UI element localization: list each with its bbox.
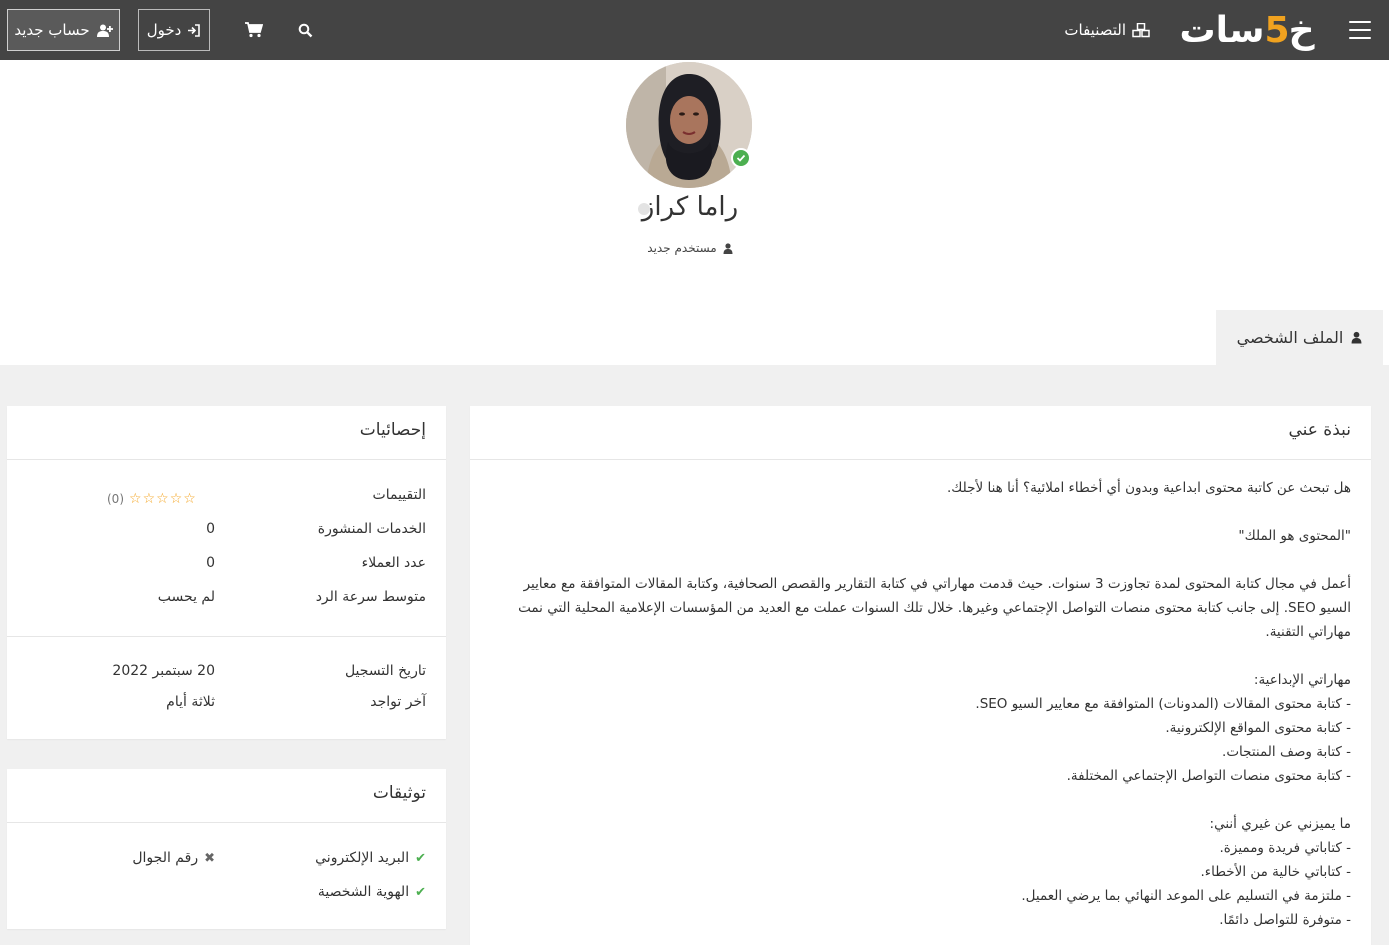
- login-button[interactable]: دخول: [138, 9, 210, 51]
- logo-number: 5: [1264, 9, 1290, 51]
- about-spacer: [501, 548, 1351, 572]
- hamburger-icon[interactable]: [1349, 21, 1371, 39]
- response-value: لم يحسب: [157, 589, 215, 605]
- stats-card: إحصائيات التقييمات (0) ☆ ☆ ☆ ☆ ☆ الخدمات…: [7, 406, 446, 739]
- about-text: هل تبحث عن كاتبة محتوى ابداعية وبدون أي …: [501, 476, 1351, 932]
- star-empty-icon: ☆: [183, 491, 196, 507]
- star-empty-icon: ☆: [169, 491, 183, 507]
- last-seen-label: آخر تواجد: [370, 694, 426, 710]
- stat-row-response: متوسط سرعة الرد لم يحسب: [7, 589, 446, 615]
- avatar: [626, 62, 752, 188]
- divider: [7, 636, 446, 637]
- stat-row-ratings: التقييمات (0) ☆ ☆ ☆ ☆ ☆: [7, 487, 446, 513]
- star-empty-icon: ☆: [142, 491, 156, 507]
- about-line: مهاراتي الإبداعية:: [1253, 672, 1351, 688]
- verif-email: ✔ البريد الإلكتروني: [315, 847, 426, 869]
- about-title: نبذة عني: [1288, 420, 1351, 440]
- user-name: راما كراز: [641, 192, 739, 222]
- response-label: متوسط سرعة الرد: [315, 589, 426, 605]
- logo-part: سات: [1179, 9, 1265, 51]
- close-icon: ✖: [204, 850, 215, 866]
- about-line: - كتاباتي خالية من الأخطاء.: [1200, 864, 1351, 880]
- about-line: هل تبحث عن كاتبة محتوى ابداعية وبدون أي …: [947, 480, 1351, 496]
- about-line: - كتابة محتوى المقالات (المدونات) المتوا…: [975, 696, 1351, 712]
- about-spacer: [501, 788, 1351, 812]
- register-label: حساب جديد: [14, 21, 90, 39]
- profile-header: راما كراز مستخدم جديد الملف الشخصي: [0, 60, 1389, 365]
- clients-value: 0: [206, 555, 215, 571]
- search-icon: [298, 23, 312, 37]
- stats-title: إحصائيات: [359, 420, 426, 440]
- about-line: "المحتوى هو الملك": [1238, 528, 1351, 544]
- stat-row-last-seen: آخر تواجد ثلاثة أيام: [7, 694, 446, 720]
- logo-part: خ: [1288, 9, 1316, 51]
- categories-link[interactable]: التصنيفات: [1050, 18, 1150, 42]
- login-label: دخول: [146, 21, 182, 39]
- tab-profile[interactable]: الملف الشخصي: [1216, 310, 1383, 365]
- search-button[interactable]: [293, 18, 317, 42]
- tab-profile-label: الملف الشخصي: [1236, 328, 1344, 347]
- about-card: نبذة عني هل تبحث عن كاتبة محتوى ابداعية …: [470, 406, 1371, 945]
- verified-badge-icon: [731, 148, 751, 168]
- divider: [470, 459, 1371, 460]
- registered-value: 20 سبتمبر 2022: [112, 663, 215, 679]
- rating-stars: (0) ☆ ☆ ☆ ☆ ☆: [107, 491, 196, 507]
- about-line: - كتابة وصف المنتجات.: [1222, 744, 1351, 760]
- verifications-title: توثيقات: [372, 783, 426, 803]
- divider: [7, 459, 446, 460]
- about-line: - ملتزمة في التسليم على الموعد النهائي ب…: [1021, 888, 1351, 904]
- sign-in-icon: [188, 23, 201, 37]
- user-level-label: مستخدم جديد: [647, 241, 717, 255]
- email-label: البريد الإلكتروني: [315, 850, 410, 866]
- about-line: - متوفرة للتواصل دائمًا.: [1219, 912, 1351, 928]
- about-line: - كتابة محتوى المواقع الإلكترونية.: [1165, 720, 1351, 736]
- ratings-label: التقييمات: [372, 487, 426, 503]
- published-services-label: الخدمات المنشورة: [317, 521, 426, 537]
- cart-button[interactable]: [242, 18, 266, 42]
- about-spacer: [501, 644, 1351, 668]
- user-level: مستخدم جديد: [590, 238, 790, 258]
- cart-icon: [245, 22, 263, 38]
- about-line: أعمل في مجال كتابة المحتوى لمدة تجاوزت 3…: [518, 576, 1351, 640]
- phone-label: رقم الجوال: [132, 850, 199, 866]
- verif-id: ✔ الهوية الشخصية: [318, 881, 426, 903]
- online-status-icon: [638, 203, 650, 215]
- verif-phone: ✖ رقم الجوال: [132, 847, 215, 869]
- register-button[interactable]: حساب جديد: [7, 9, 120, 51]
- star-empty-icon: ☆: [129, 491, 142, 507]
- categories-label: التصنيفات: [1064, 21, 1126, 39]
- star-empty-icon: ☆: [156, 491, 169, 507]
- user-icon: [1351, 331, 1362, 344]
- published-services-value: 0: [206, 521, 215, 537]
- check-icon: ✔: [415, 850, 426, 866]
- ratings-count: (0): [107, 492, 124, 506]
- clients-label: عدد العملاء: [361, 555, 426, 571]
- id-label: الهوية الشخصية: [317, 884, 410, 900]
- stat-row-registered: تاريخ التسجيل 20 سبتمبر 2022: [7, 663, 446, 689]
- cubes-icon: [1132, 22, 1150, 37]
- about-spacer: [501, 500, 1351, 524]
- check-icon: ✔: [415, 884, 426, 900]
- user-icon: [723, 242, 733, 254]
- stat-row-clients: عدد العملاء 0: [7, 555, 446, 581]
- top-navbar: حساب جديد دخول التصنيفات خ 5 سات: [0, 0, 1389, 60]
- stat-row-services: الخدمات المنشورة 0: [7, 521, 446, 547]
- last-seen-value: ثلاثة أيام: [166, 694, 215, 710]
- about-line: - كتاباتي فريدة ومميزة.: [1219, 840, 1352, 856]
- registered-label: تاريخ التسجيل: [344, 663, 426, 679]
- divider: [7, 822, 446, 823]
- about-line: ما يميزني عن غيري أنني:: [1209, 816, 1351, 832]
- verifications-card: توثيقات ✔ البريد الإلكتروني ✖ رقم الجوال…: [7, 769, 446, 929]
- about-line: - كتابة محتوى منصات التواصل الإجتماعي ال…: [1066, 768, 1351, 784]
- khamsat-logo[interactable]: خ 5 سات: [1172, 8, 1322, 52]
- user-plus-icon: [96, 24, 113, 37]
